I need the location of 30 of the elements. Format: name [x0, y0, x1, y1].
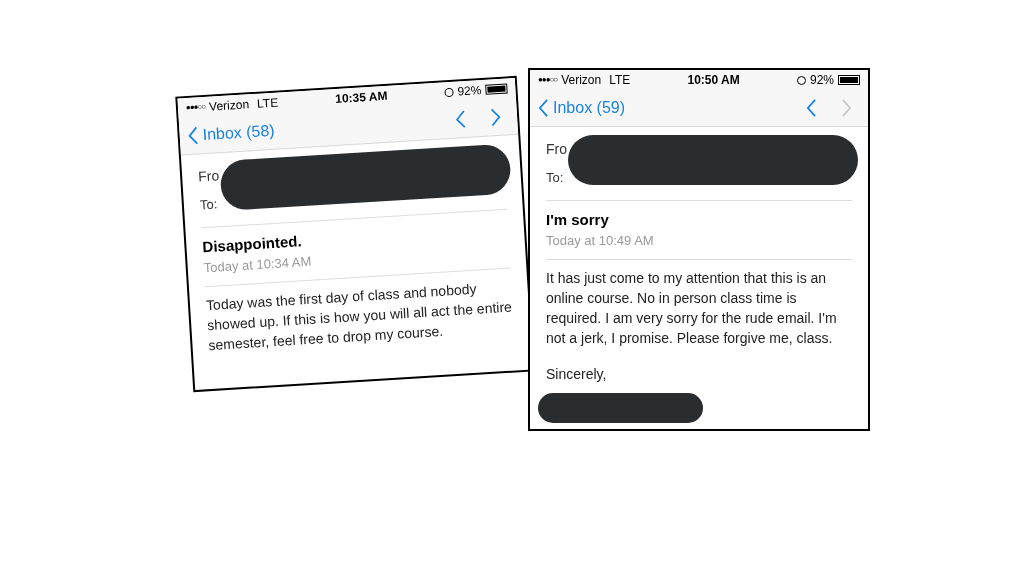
back-button[interactable]: Inbox (59): [538, 96, 626, 120]
previous-icon[interactable]: [454, 110, 467, 129]
network-type: LTE: [609, 72, 631, 89]
email-subject: Disappointed.: [201, 230, 303, 256]
carrier-name: Verizon: [208, 96, 250, 116]
email-date: Today at 10:34 AM: [203, 253, 313, 278]
signal-strength: ●●●○○: [185, 100, 206, 115]
next-icon[interactable]: [489, 107, 502, 127]
signal-strength: ●●●○○: [538, 74, 558, 86]
battery-percent: 92%: [456, 82, 482, 101]
from-label: Fro: [197, 166, 220, 187]
email-date: Today at 10:49 AM: [546, 232, 655, 250]
email-signoff: Sincerely,: [546, 364, 608, 384]
clock-time: 10:50 AM: [687, 72, 740, 89]
email-body: Today was the first day of class and nobody showed up. If this is how you will all act the entire semester, feel free to drop my course.: [204, 279, 514, 355]
to-label: To:: [546, 169, 564, 187]
email-body: It has just come to my attention that this is an online course. No in person class time is required. I am very sorry for the rude email. I'm not a jerk, I promise. Please forgive me, class.: [546, 268, 838, 348]
back-chevron-icon: [187, 126, 200, 145]
clock-time: 10:35 AM: [334, 87, 388, 108]
back-chevron-icon: [538, 99, 549, 117]
battery-percent: 92%: [809, 72, 834, 89]
to-label: To:: [199, 195, 218, 215]
carrier-name: Verizon: [561, 72, 602, 89]
back-button[interactable]: Inbox (58): [186, 118, 276, 148]
email-subject: I'm sorry: [546, 209, 610, 230]
battery-icon: [838, 75, 860, 85]
previous-icon[interactable]: [806, 99, 817, 117]
network-type: LTE: [256, 94, 279, 113]
from-label: Fro: [546, 140, 567, 159]
battery-icon: [485, 83, 508, 95]
